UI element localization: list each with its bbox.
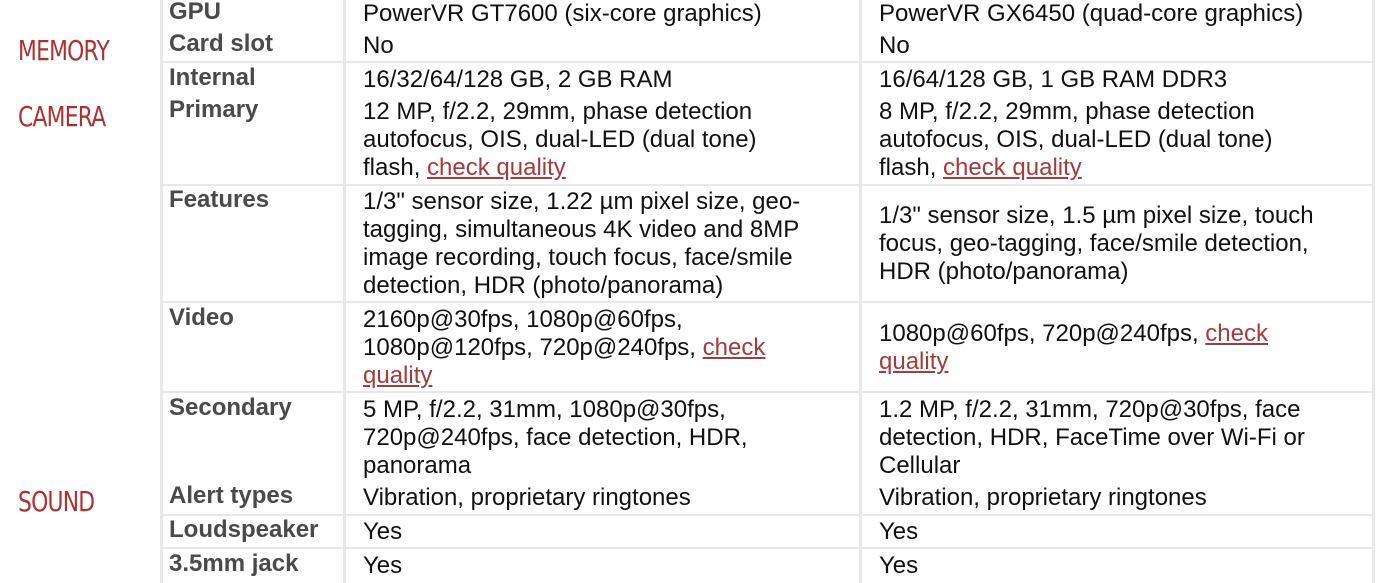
value-secondary-left: 5 MP, f/2.2, 31mm, 1080p@30fps, 720p@240… xyxy=(363,396,748,480)
row-label-internal: Internal xyxy=(169,64,256,91)
value-card-slot-left: No xyxy=(363,32,394,59)
text-line: focus, geo-tagging, face/smile detection… xyxy=(879,230,1309,257)
value-features-right: 1/3" sensor size, 1.5 µm pixel size, tou… xyxy=(879,202,1314,286)
text-line: detection, HDR, FaceTime over Wi-Fi or xyxy=(879,424,1305,451)
value-primary-left: 12 MP, f/2.2, 29mm, phase detection auto… xyxy=(363,98,757,182)
text-line: 5 MP, f/2.2, 31mm, 1080p@30fps, xyxy=(363,396,726,423)
text-line: 12 MP, f/2.2, 29mm, phase detection xyxy=(363,98,753,125)
value-alert-types-right: Vibration, proprietary ringtones xyxy=(879,484,1207,511)
value-alert-types-left: Vibration, proprietary ringtones xyxy=(363,484,691,511)
text-line: panorama xyxy=(363,452,472,479)
text-line: 8 MP, f/2.2, 29mm, phase detection xyxy=(879,98,1255,125)
text-line: 2160p@30fps, 1080p@60fps, xyxy=(363,306,683,333)
text-line: detection, HDR (photo/panorama) xyxy=(363,272,724,299)
section-heading-memory: MEMORY xyxy=(18,34,110,67)
row-divider xyxy=(160,514,1375,516)
text-line: 1080p@60fps, 720p@240fps, check xyxy=(879,320,1268,348)
value-jack-left: Yes xyxy=(363,552,403,579)
value-card-slot-right: No xyxy=(879,32,910,59)
section-heading-sound: SOUND xyxy=(18,485,95,518)
text-line: flash, check quality xyxy=(879,154,1273,182)
text-line: 1/3" sensor size, 1.5 µm pixel size, tou… xyxy=(879,202,1314,229)
value-video-left: 2160p@30fps, 1080p@60fps, 1080p@120fps, … xyxy=(363,306,765,390)
value-gpu-right: PowerVR GX6450 (quad-core graphics) xyxy=(879,0,1304,27)
column-divider xyxy=(343,0,346,583)
text-line: quality xyxy=(363,362,765,390)
value-primary-right: 8 MP, f/2.2, 29mm, phase detection autof… xyxy=(879,98,1273,182)
check-quality-link[interactable]: check quality xyxy=(427,154,566,181)
text-segment: 1080p@120fps, 720p@240fps, xyxy=(363,334,703,361)
row-divider xyxy=(160,391,1375,393)
row-divider xyxy=(160,301,1375,303)
text-segment: 1080p@60fps, 720p@240fps, xyxy=(879,320,1206,347)
text-line: autofocus, OIS, dual-LED (dual tone) xyxy=(879,126,1273,153)
text-line: autofocus, OIS, dual-LED (dual tone) xyxy=(363,126,757,153)
text-line: 720p@240fps, face detection, HDR, xyxy=(363,424,748,451)
value-secondary-right: 1.2 MP, f/2.2, 31mm, 720p@30fps, face de… xyxy=(879,396,1305,480)
spec-table: MEMORY CAMERA SOUND GPU PowerVR GT7600 (… xyxy=(0,0,1378,583)
text-line: 1/3" sensor size, 1.22 µm pixel size, ge… xyxy=(363,188,801,215)
row-label-video: Video xyxy=(169,304,234,331)
check-quality-link[interactable]: check xyxy=(1205,320,1268,347)
text-line: quality xyxy=(879,348,1268,376)
value-internal-right: 16/64/128 GB, 1 GB RAM DDR3 xyxy=(879,66,1228,93)
row-label-loudspeaker: Loudspeaker xyxy=(169,516,319,543)
row-label-card-slot: Card slot xyxy=(169,30,274,57)
text-line: tagging, simultaneous 4K video and 8MP xyxy=(363,216,800,243)
text-segment: flash, xyxy=(363,154,428,181)
text-line: image recording, touch focus, face/smile xyxy=(363,244,793,271)
row-label-jack: 3.5mm jack xyxy=(169,550,299,577)
check-quality-link[interactable]: quality xyxy=(879,348,948,375)
section-heading-camera: CAMERA xyxy=(18,100,106,133)
text-segment: flash, xyxy=(879,154,944,181)
row-label-features: Features xyxy=(169,186,270,213)
row-label-secondary: Secondary xyxy=(169,394,292,421)
text-line: HDR (photo/panorama) xyxy=(879,258,1129,285)
row-label-gpu: GPU xyxy=(169,0,222,25)
column-divider xyxy=(160,0,163,583)
value-video-right: 1080p@60fps, 720p@240fps, check quality xyxy=(879,320,1268,376)
row-divider xyxy=(160,547,1375,549)
row-label-alert-types: Alert types xyxy=(169,482,294,509)
value-gpu-left: PowerVR GT7600 (six-core graphics) xyxy=(363,0,762,27)
column-divider xyxy=(1372,0,1375,583)
row-label-primary: Primary xyxy=(169,96,259,123)
text-line: 1080p@120fps, 720p@240fps, check xyxy=(363,334,765,362)
value-internal-left: 16/32/64/128 GB, 2 GB RAM xyxy=(363,66,673,93)
text-line: Cellular xyxy=(879,452,961,479)
value-loudspeaker-right: Yes xyxy=(879,518,919,545)
text-line: 1.2 MP, f/2.2, 31mm, 720p@30fps, face xyxy=(879,396,1301,423)
value-jack-right: Yes xyxy=(879,552,919,579)
check-quality-link[interactable]: quality xyxy=(363,362,432,389)
value-features-left: 1/3" sensor size, 1.22 µm pixel size, ge… xyxy=(363,188,800,300)
check-quality-link[interactable]: check xyxy=(703,334,766,361)
text-line: flash, check quality xyxy=(363,154,757,182)
check-quality-link[interactable]: check quality xyxy=(943,154,1082,181)
value-loudspeaker-left: Yes xyxy=(363,518,403,545)
row-divider xyxy=(160,61,1375,63)
row-divider xyxy=(160,184,1375,186)
column-divider xyxy=(859,0,862,583)
